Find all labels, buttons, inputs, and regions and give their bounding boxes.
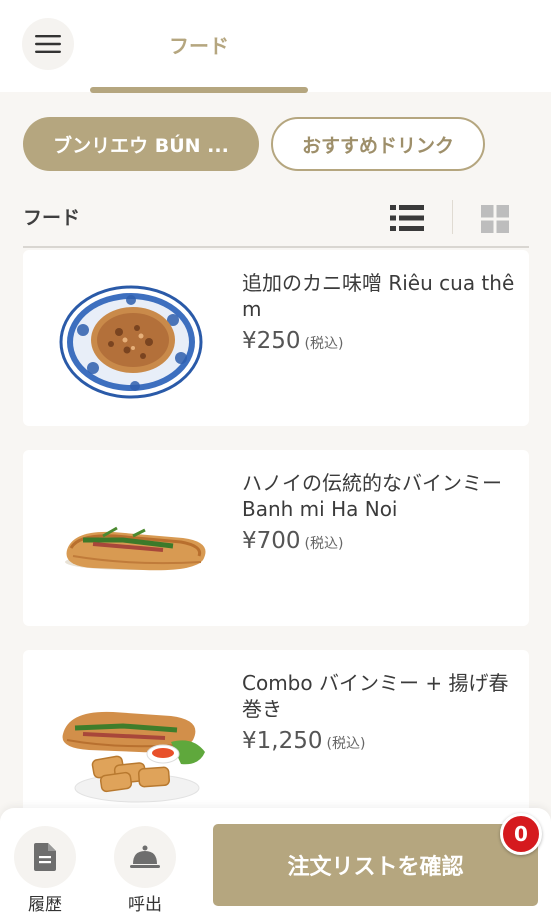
product-price: ¥250 (税込) xyxy=(242,328,343,354)
crab-paste-bowl-image xyxy=(59,285,203,399)
product-card[interactable]: Combo バインミー + 揚げ春巻き ¥1,250 (税込) xyxy=(23,650,529,826)
tax-note: (税込) xyxy=(304,336,344,352)
category-chip-bun-rieu[interactable]: ブンリエウ BÚN ... xyxy=(23,117,259,171)
history-label: 履歴 xyxy=(28,895,62,915)
bottom-bar: 履歴 呼出 注文リストを確認 xyxy=(0,808,551,915)
product-card[interactable]: ハノイの伝統的なバインミー Banh mi Ha Noi ¥700 (税込) xyxy=(23,450,529,626)
banh-mi-image xyxy=(65,526,206,571)
product-card[interactable]: 追加のカニ味噌 Riêu cua thêm ¥250 (税込) xyxy=(23,250,529,426)
product-name: ハノイの伝統的なバインミー Banh mi Ha Noi xyxy=(242,471,502,521)
product-name: Combo バインミー + 揚げ春巻き xyxy=(242,671,509,721)
category-chip-recommended-drinks[interactable]: おすすめドリンク xyxy=(271,117,485,171)
confirm-order-list-button[interactable]: 注文リストを確認 xyxy=(213,824,538,906)
section-title: フード xyxy=(23,207,81,229)
list-view-icon[interactable] xyxy=(390,204,424,232)
product-price: ¥700 (税込) xyxy=(242,528,343,554)
menu-button[interactable] xyxy=(22,18,74,70)
product-price: ¥1,250 (税込) xyxy=(242,728,365,754)
history-button[interactable] xyxy=(14,826,76,888)
product-name: 追加のカニ味噌 Riêu cua thêm xyxy=(242,271,515,321)
section-divider xyxy=(23,246,529,248)
tax-note: (税込) xyxy=(326,736,366,752)
tax-note: (税込) xyxy=(304,536,344,552)
call-label: 呼出 xyxy=(128,895,162,915)
grid-view-icon[interactable] xyxy=(481,205,509,233)
tab-food[interactable]: フード xyxy=(90,30,308,59)
hamburger-icon xyxy=(35,35,61,53)
combo-image xyxy=(62,711,205,803)
category-chips: ブンリエウ BÚN ... おすすめドリンク xyxy=(0,117,551,173)
price-value: ¥250 xyxy=(242,328,301,354)
document-icon xyxy=(34,843,56,871)
tab-active-indicator xyxy=(90,87,308,93)
call-staff-button[interactable] xyxy=(114,826,176,888)
service-bell-icon xyxy=(130,845,160,868)
top-header: フード xyxy=(0,0,551,93)
price-value: ¥1,250 xyxy=(242,728,323,754)
cart-count-badge: 0 xyxy=(500,813,542,855)
price-value: ¥700 xyxy=(242,528,301,554)
view-toggle-divider xyxy=(452,200,453,234)
